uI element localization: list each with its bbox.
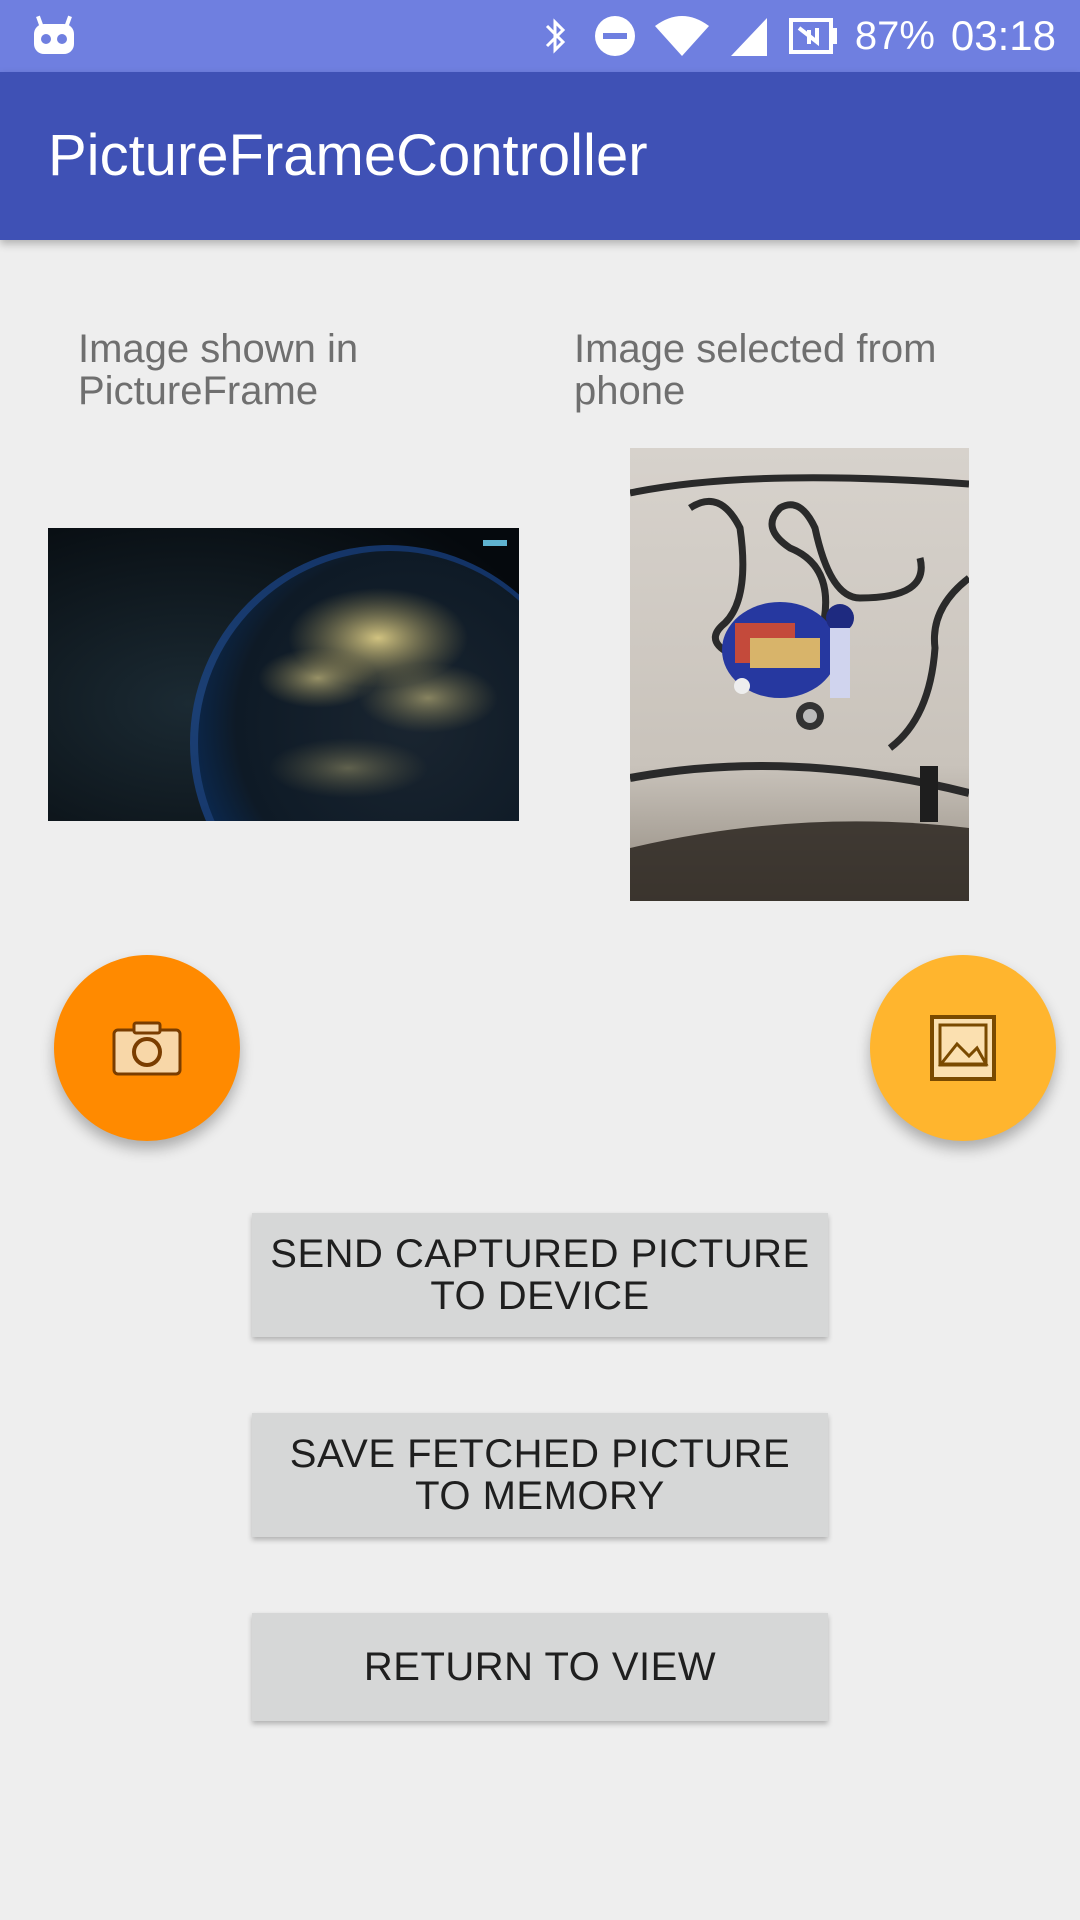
android-debug-icon <box>34 15 74 54</box>
right-caption: Image selected from phone <box>574 327 937 413</box>
clock: 03:18 <box>950 12 1056 59</box>
bluetooth-icon <box>545 18 565 54</box>
gallery-fab-button[interactable] <box>870 955 1056 1141</box>
return-button-label: RETURN TO VIEW <box>363 1645 717 1689</box>
app-bar: PictureFrameController <box>0 72 1080 240</box>
nfc-icon <box>788 18 837 54</box>
return-to-view-button[interactable]: RETURN TO VIEW <box>252 1613 828 1721</box>
selected-phone-image <box>630 448 969 901</box>
robot-track-image <box>630 448 969 901</box>
status-bar: 87% 03:18 <box>0 0 1080 72</box>
wifi-icon <box>654 16 709 56</box>
battery-percentage: 87% <box>854 13 935 58</box>
do-not-disturb-icon <box>594 16 635 56</box>
earth-night-image <box>48 528 519 821</box>
image-icon <box>930 1015 996 1081</box>
left-caption: Image shown in PictureFrame <box>78 327 359 413</box>
pictureframe-image <box>48 528 519 821</box>
save-fetched-picture-button[interactable]: SAVE FETCHED PICTURE TO MEMORY <box>252 1413 828 1537</box>
app-title: PictureFrameController <box>48 123 648 188</box>
send-button-label: SEND CAPTURED PICTURE TO DEVICE <box>270 1232 810 1318</box>
send-captured-picture-button[interactable]: SEND CAPTURED PICTURE TO DEVICE <box>252 1213 828 1337</box>
camera-icon <box>112 1021 182 1076</box>
camera-fab-button[interactable] <box>54 955 240 1141</box>
save-button-label: SAVE FETCHED PICTURE TO MEMORY <box>289 1432 791 1518</box>
cell-signal-icon <box>730 18 767 56</box>
